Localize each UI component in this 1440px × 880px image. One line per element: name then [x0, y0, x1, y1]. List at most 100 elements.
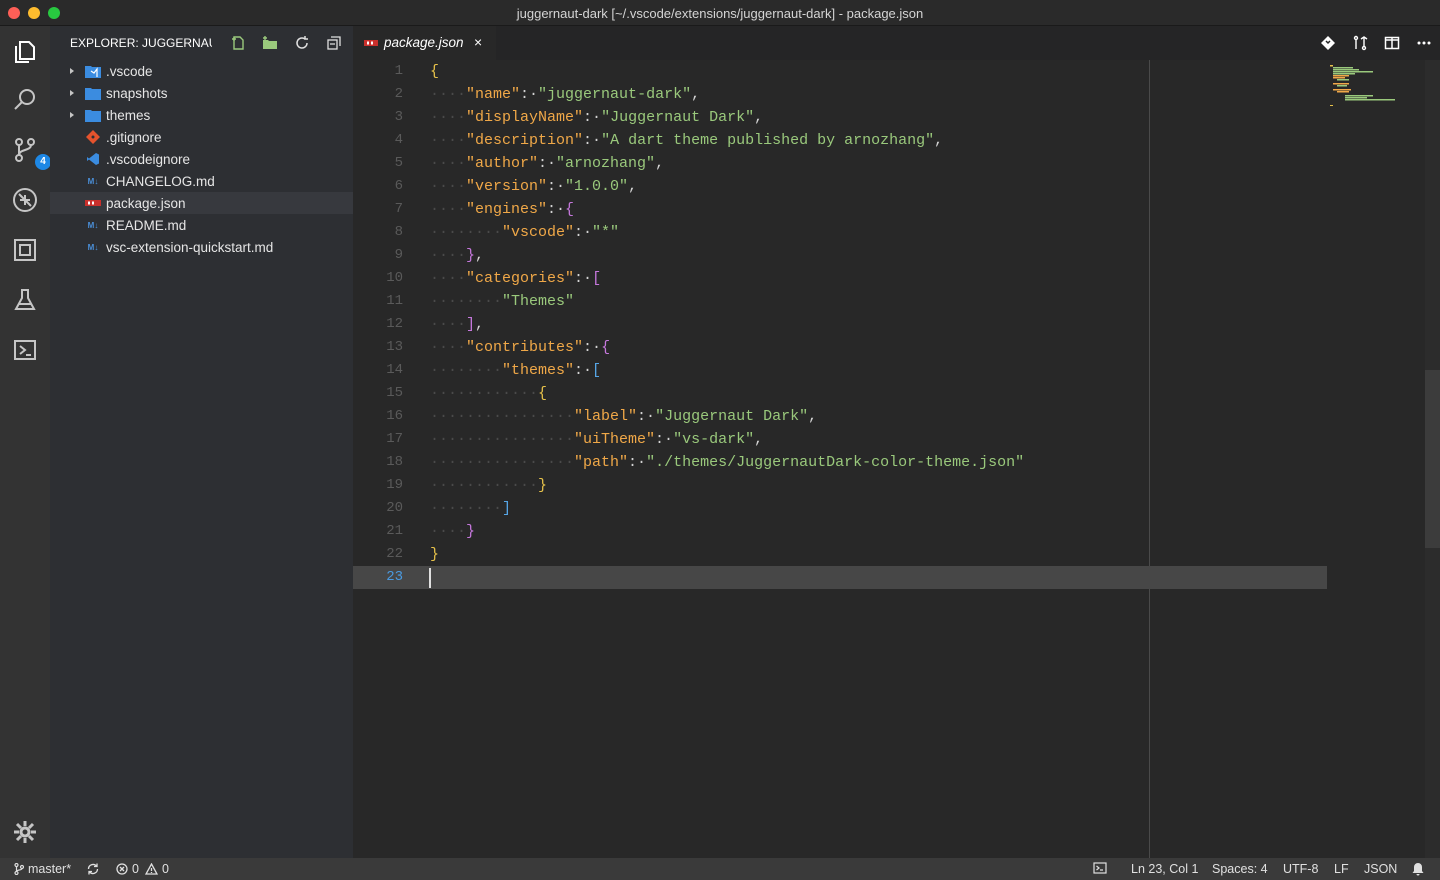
json-key: "author" — [466, 155, 539, 172]
new-folder-icon[interactable] — [254, 32, 286, 54]
tree-item-label: .vscodeignore — [106, 151, 191, 167]
folder-icon — [85, 86, 101, 100]
tree-item-snapshots[interactable]: snapshots — [50, 82, 353, 104]
cursor-position[interactable]: Ln 23, Col 1 — [1131, 862, 1198, 876]
json-string: "*" — [592, 224, 620, 241]
line-number: 18 — [386, 454, 403, 470]
tree-item-label: package.json — [106, 195, 186, 211]
source-control-icon[interactable]: 4 — [9, 134, 51, 170]
line-number: 12 — [386, 316, 403, 332]
scrollbar-thumb[interactable] — [1425, 370, 1440, 548]
code-line: 7 ····"engines":·{ — [353, 198, 1327, 221]
gear-icon[interactable] — [9, 816, 41, 848]
json-key: "engines" — [466, 201, 548, 218]
terminal-icon[interactable] — [9, 334, 41, 366]
test-flask-icon[interactable] — [9, 284, 41, 316]
tree-item-quickstart[interactable]: M↓ vsc-extension-quickstart.md — [50, 236, 353, 258]
chevron-right-icon[interactable] — [68, 67, 76, 75]
warning-icon — [144, 863, 158, 875]
json-key: "vscode" — [502, 224, 575, 241]
editor-group: package.json × 1 { 2 ····"name":·"jugger… — [353, 26, 1440, 858]
vscode-folder-icon — [85, 64, 101, 78]
sync-icon[interactable] — [86, 862, 104, 876]
line-number: 5 — [394, 155, 403, 171]
tree-item-label: README.md — [106, 217, 187, 233]
error-count: 0 — [132, 862, 139, 876]
search-icon[interactable] — [9, 84, 41, 116]
tree-item-gitignore[interactable]: .gitignore — [50, 126, 353, 148]
code-line: 10 ····"categories":·[ — [353, 267, 1327, 290]
line-number: 4 — [394, 132, 403, 148]
bell-icon[interactable] — [1411, 862, 1429, 876]
explorer-icon[interactable] — [9, 36, 41, 68]
line-number: 22 — [386, 546, 403, 562]
explorer-sidebar: EXPLORER: JUGGERNAU... .vscode snapshots… — [50, 26, 353, 858]
tree-item-label: snapshots — [106, 85, 168, 101]
end-of-line[interactable]: LF — [1334, 862, 1349, 876]
code-line: 14 ········"themes":·[ — [353, 359, 1327, 382]
tree-item-label: themes — [106, 107, 151, 123]
new-file-icon[interactable] — [222, 32, 254, 54]
json-string: "Juggernaut Dark" — [655, 408, 809, 425]
json-key: "name" — [466, 86, 521, 103]
window-title: juggernaut-dark [~/.vscode/extensions/ju… — [516, 6, 924, 21]
line-number: 3 — [394, 109, 403, 125]
markdown-icon: M↓ — [87, 220, 99, 230]
tree-item-package-json[interactable]: package.json — [50, 192, 353, 214]
debug-icon[interactable] — [9, 184, 41, 216]
code-line: 4 ····"description":·"A dart theme publi… — [353, 129, 1327, 152]
minimap[interactable] — [1328, 64, 1398, 106]
json-string: "Juggernaut Dark" — [601, 109, 755, 126]
json-key: "description" — [466, 132, 584, 149]
json-key: "version" — [466, 178, 548, 195]
json-key: "contributes" — [466, 339, 584, 356]
markdown-icon: M↓ — [87, 176, 99, 186]
git-compare-icon[interactable] — [1312, 31, 1344, 55]
code-line: 11 ········"Themes" — [353, 290, 1327, 313]
json-key: "displayName" — [466, 109, 584, 126]
encoding[interactable]: UTF-8 — [1283, 862, 1318, 876]
tree-item-vscode[interactable]: .vscode — [50, 60, 353, 82]
activity-bar: 4 — [0, 26, 51, 858]
json-key: "themes" — [502, 362, 575, 379]
json-string: "Themes" — [502, 293, 575, 310]
collapse-all-icon[interactable] — [318, 32, 350, 54]
split-editor-icon[interactable] — [1376, 31, 1408, 55]
tree-item-themes[interactable]: themes — [50, 104, 353, 126]
line-number: 7 — [394, 201, 403, 217]
indentation[interactable]: Spaces: 4 — [1212, 862, 1268, 876]
line-number: 23 — [386, 569, 403, 585]
json-string: "juggernaut-dark" — [538, 86, 692, 103]
more-actions-icon[interactable] — [1408, 31, 1440, 55]
terminal-status-icon[interactable] — [1093, 862, 1111, 874]
warning-count: 0 — [161, 862, 169, 876]
tree-item-changelog[interactable]: M↓ CHANGELOG.md — [50, 170, 353, 192]
line-number: 14 — [386, 362, 403, 378]
tab-package-json[interactable]: package.json × — [353, 26, 496, 60]
extensions-icon[interactable] — [9, 234, 41, 266]
line-number: 8 — [394, 224, 403, 240]
vertical-scrollbar[interactable] — [1425, 60, 1440, 858]
line-number: 9 — [394, 247, 403, 263]
json-key: "categories" — [466, 270, 575, 287]
chevron-right-icon[interactable] — [68, 111, 76, 119]
git-branch-status[interactable]: master* — [14, 862, 71, 876]
problems-status[interactable]: 0 0 — [116, 862, 169, 876]
line-number: 15 — [386, 385, 403, 401]
json-string: "./themes/JuggernautDark-color-theme.jso… — [646, 454, 1025, 471]
code-line: 20 ········] — [353, 497, 1327, 520]
code-line: 1 { — [353, 60, 1327, 83]
tree-item-readme[interactable]: M↓ README.md — [50, 214, 353, 236]
json-string: "1.0.0" — [565, 178, 629, 195]
source-control-badge: 4 — [35, 154, 51, 170]
open-changes-icon[interactable] — [1344, 31, 1376, 55]
language-mode[interactable]: JSON — [1364, 862, 1397, 876]
refresh-icon[interactable] — [286, 32, 318, 54]
chevron-right-icon[interactable] — [68, 89, 76, 97]
close-icon[interactable]: × — [474, 34, 482, 50]
markdown-icon: M↓ — [87, 242, 99, 252]
tree-item-vscodeignore[interactable]: .vscodeignore — [50, 148, 353, 170]
line-number: 19 — [386, 477, 403, 493]
current-line: 23 — [353, 566, 1327, 589]
code-editor[interactable]: 1 { 2 ····"name":·"juggernaut-dark", 3 ·… — [353, 60, 1440, 858]
